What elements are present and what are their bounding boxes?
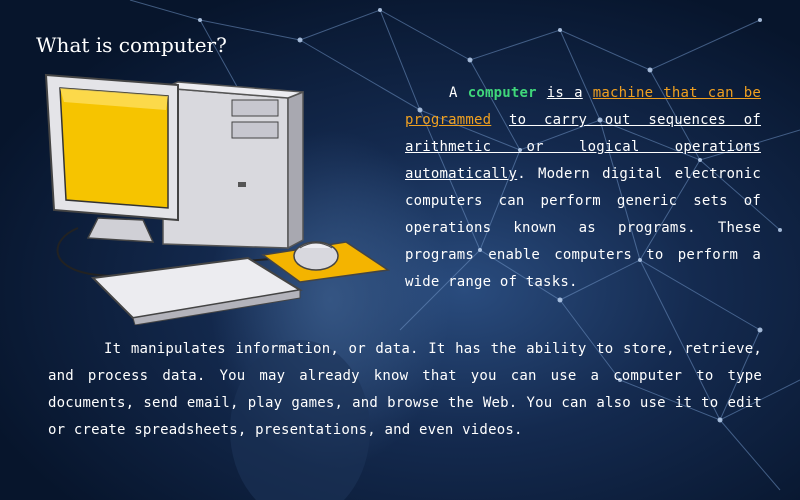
intro-text: A bbox=[449, 85, 458, 101]
page-title: What is computer? bbox=[36, 33, 227, 57]
definition-underline-1: is a bbox=[546, 85, 583, 101]
desktop-computer-illustration bbox=[44, 73, 391, 325]
intro-paragraph: A computer is a machine that can be prog… bbox=[405, 80, 761, 296]
intro-rest-text: . Modern digital electronic computers ca… bbox=[405, 166, 761, 290]
keyword-computer: computer bbox=[467, 85, 537, 101]
body-paragraph: It manipulates information, or data. It … bbox=[48, 336, 762, 444]
body-text: It manipulates information, or data. It … bbox=[48, 341, 762, 438]
